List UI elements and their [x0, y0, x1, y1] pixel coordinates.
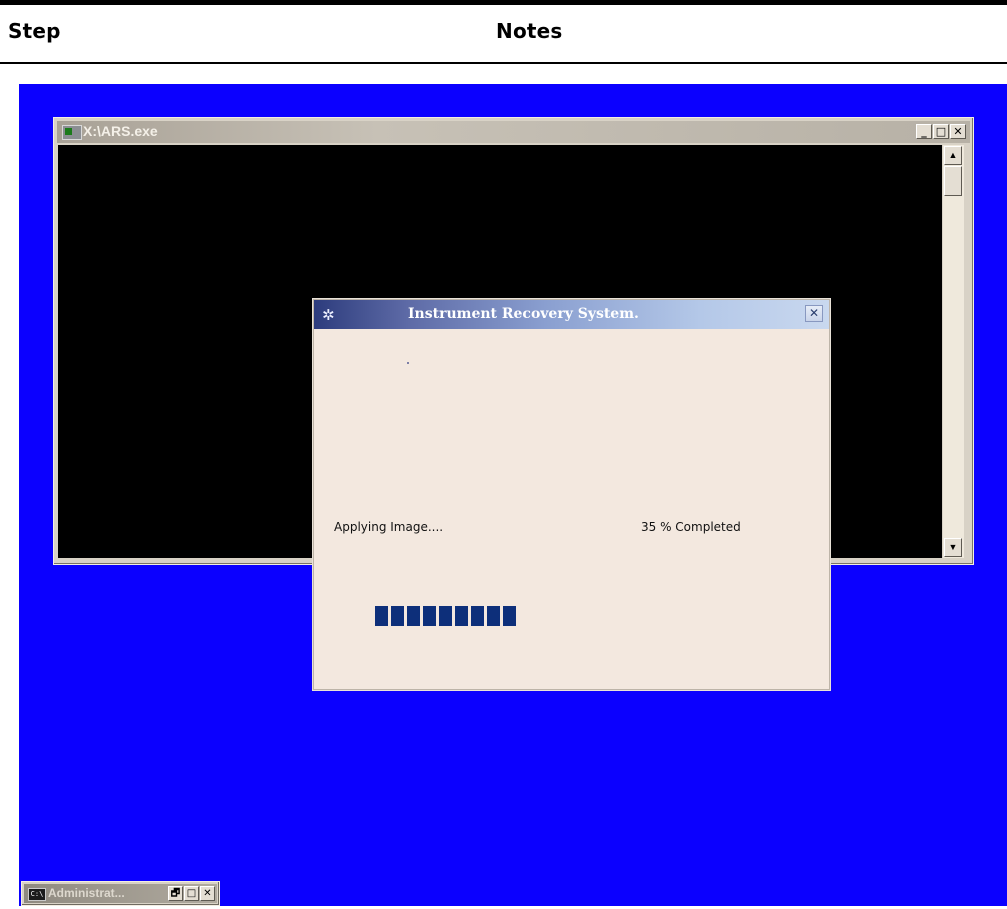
scrollbar-thumb[interactable]	[944, 166, 962, 196]
progress-bar	[375, 606, 765, 626]
desktop-screenshot: X:\ARS.exe _ □ ✕ ▲ ▼ ✲ Instrument Recove…	[19, 84, 1007, 906]
minimized-window-controls: 🗗 □ ✕	[168, 886, 215, 901]
maximize-button[interactable]: □	[184, 886, 199, 901]
progress-bar-fill	[375, 606, 516, 626]
percent-completed-text: 35 % Completed	[641, 520, 741, 534]
header-rule	[0, 62, 1007, 64]
recovery-app-icon: ✲	[322, 306, 335, 324]
console-app-icon	[62, 125, 82, 140]
top-rule	[0, 0, 1007, 5]
minimized-console-window[interactable]: C:\ Administrat... 🗗 □ ✕	[21, 881, 220, 906]
console-title: X:\ARS.exe	[83, 123, 158, 139]
close-button[interactable]: ✕	[200, 886, 215, 901]
notes-column-header: Notes	[496, 19, 563, 43]
maximize-button[interactable]: □	[933, 124, 949, 139]
dialog-close-button[interactable]: ✕	[805, 305, 823, 322]
console-title-bar[interactable]: X:\ARS.exe _ □ ✕	[57, 121, 970, 143]
close-button[interactable]: ✕	[950, 124, 966, 139]
minimized-title-bar[interactable]: C:\ Administrat... 🗗 □ ✕	[24, 884, 217, 903]
dialog-dot	[407, 362, 409, 364]
step-column-header: Step	[8, 19, 61, 43]
scroll-up-arrow-icon[interactable]: ▲	[944, 146, 962, 165]
console-scrollbar[interactable]: ▲ ▼	[943, 145, 964, 558]
minimized-title: Administrat...	[48, 886, 125, 900]
restore-button[interactable]: 🗗	[168, 886, 183, 901]
minimize-button[interactable]: _	[916, 124, 932, 139]
recovery-dialog: ✲ Instrument Recovery System. ✕ Applying…	[313, 299, 830, 690]
command-prompt-icon: C:\	[28, 888, 46, 901]
dialog-title: Instrument Recovery System.	[408, 306, 639, 322]
scroll-down-arrow-icon[interactable]: ▼	[944, 538, 962, 557]
console-window-controls: _ □ ✕	[916, 124, 966, 139]
status-text: Applying Image....	[334, 520, 444, 534]
dialog-title-bar[interactable]: ✲ Instrument Recovery System. ✕	[314, 300, 829, 329]
